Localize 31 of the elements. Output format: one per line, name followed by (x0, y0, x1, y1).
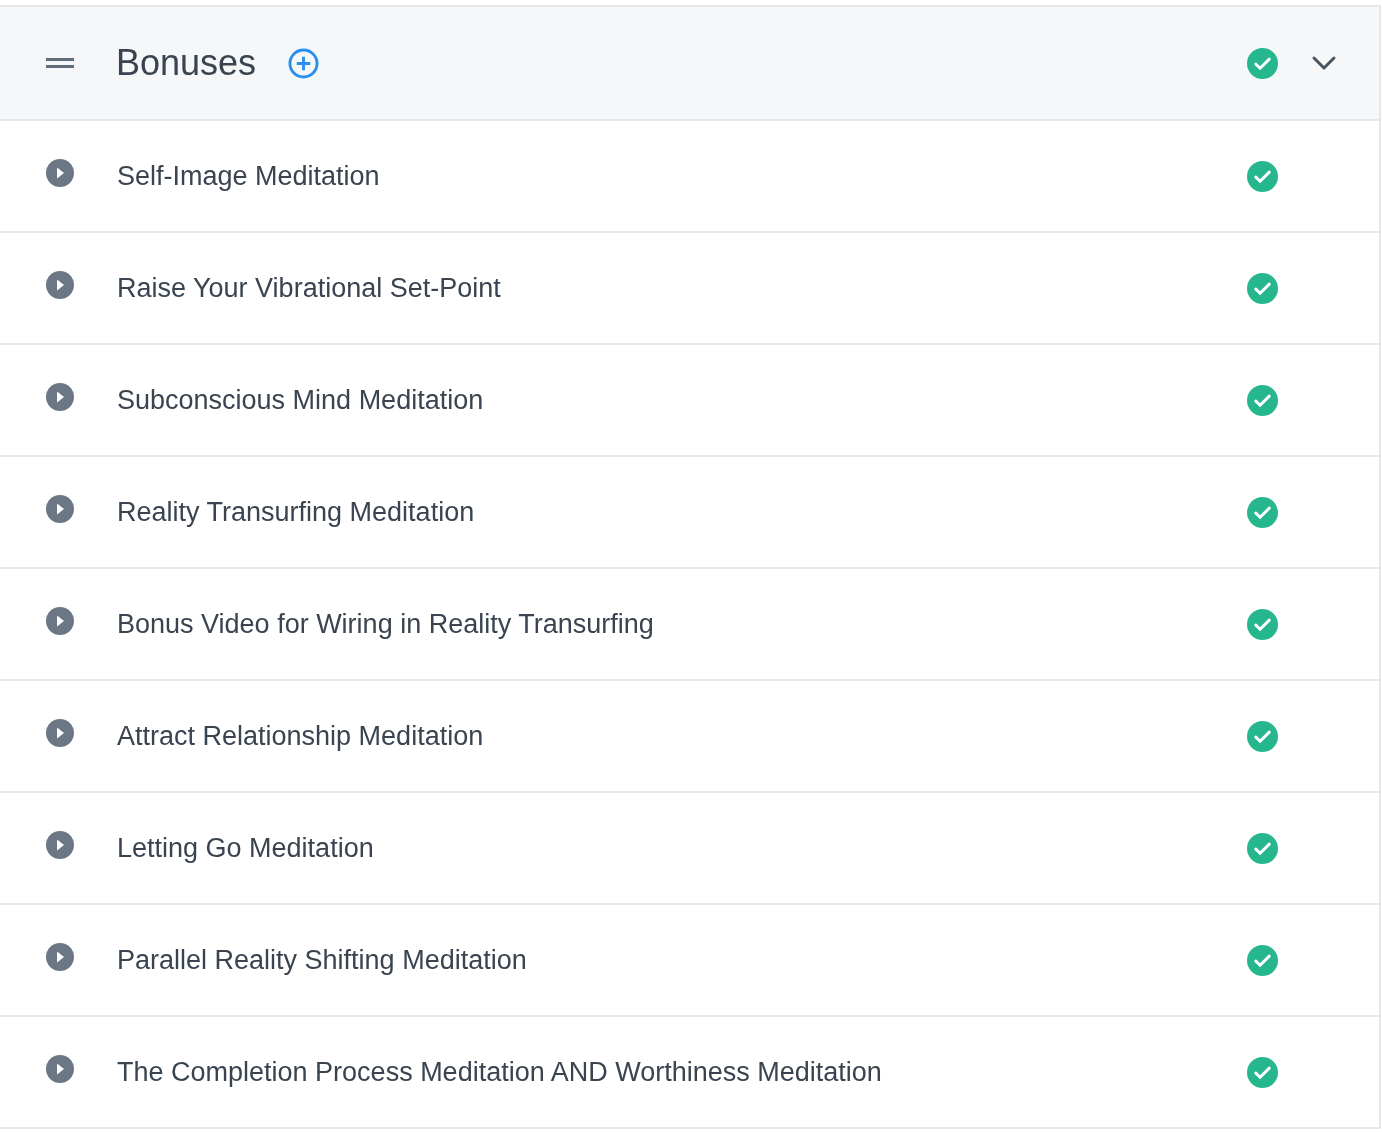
add-circle-icon[interactable] (288, 47, 320, 79)
lesson-row[interactable]: Attract Relationship Meditation (0, 681, 1379, 793)
lesson-row[interactable]: Parallel Reality Shifting Meditation (0, 905, 1379, 1017)
lesson-title: Subconscious Mind Meditation (117, 383, 484, 417)
drag-handle-icon[interactable] (46, 57, 74, 69)
lesson-title: The Completion Process Meditation AND Worthiness Meditation (117, 1055, 882, 1089)
play-circle-icon[interactable] (46, 271, 74, 299)
lesson-title: Letting Go Meditation (117, 831, 374, 865)
play-circle-icon[interactable] (46, 495, 74, 523)
lesson-row[interactable]: Subconscious Mind Meditation (0, 345, 1379, 457)
lesson-row[interactable]: Bonus Video for Wiring in Reality Transurfing (0, 569, 1379, 681)
lesson-row[interactable]: The Completion Process Meditation AND Worthiness Meditation (0, 1017, 1379, 1129)
lesson-title: Reality Transurfing Meditation (117, 495, 475, 529)
play-circle-icon[interactable] (46, 159, 74, 187)
lesson-title: Raise Your Vibrational Set-Point (117, 271, 501, 305)
lesson-title: Attract Relationship Meditation (117, 719, 484, 753)
lesson-title: Self-Image Meditation (117, 159, 380, 193)
play-circle-icon[interactable] (46, 607, 74, 635)
play-circle-icon[interactable] (46, 943, 74, 971)
lesson-row[interactable]: Self-Image Meditation (0, 121, 1379, 233)
lesson-row[interactable]: Raise Your Vibrational Set-Point (0, 233, 1379, 345)
section-header[interactable]: Bonuses (0, 5, 1379, 121)
lesson-title: Bonus Video for Wiring in Reality Transurfing (117, 607, 654, 641)
play-circle-icon[interactable] (46, 1055, 74, 1083)
play-circle-icon[interactable] (46, 831, 74, 859)
play-circle-icon[interactable] (46, 383, 74, 411)
lesson-row[interactable]: Reality Transurfing Meditation (0, 457, 1379, 569)
lesson-row[interactable]: Letting Go Meditation (0, 793, 1379, 905)
section-title: Bonuses (116, 41, 257, 85)
play-circle-icon[interactable] (46, 719, 74, 747)
lesson-title: Parallel Reality Shifting Meditation (117, 943, 527, 977)
